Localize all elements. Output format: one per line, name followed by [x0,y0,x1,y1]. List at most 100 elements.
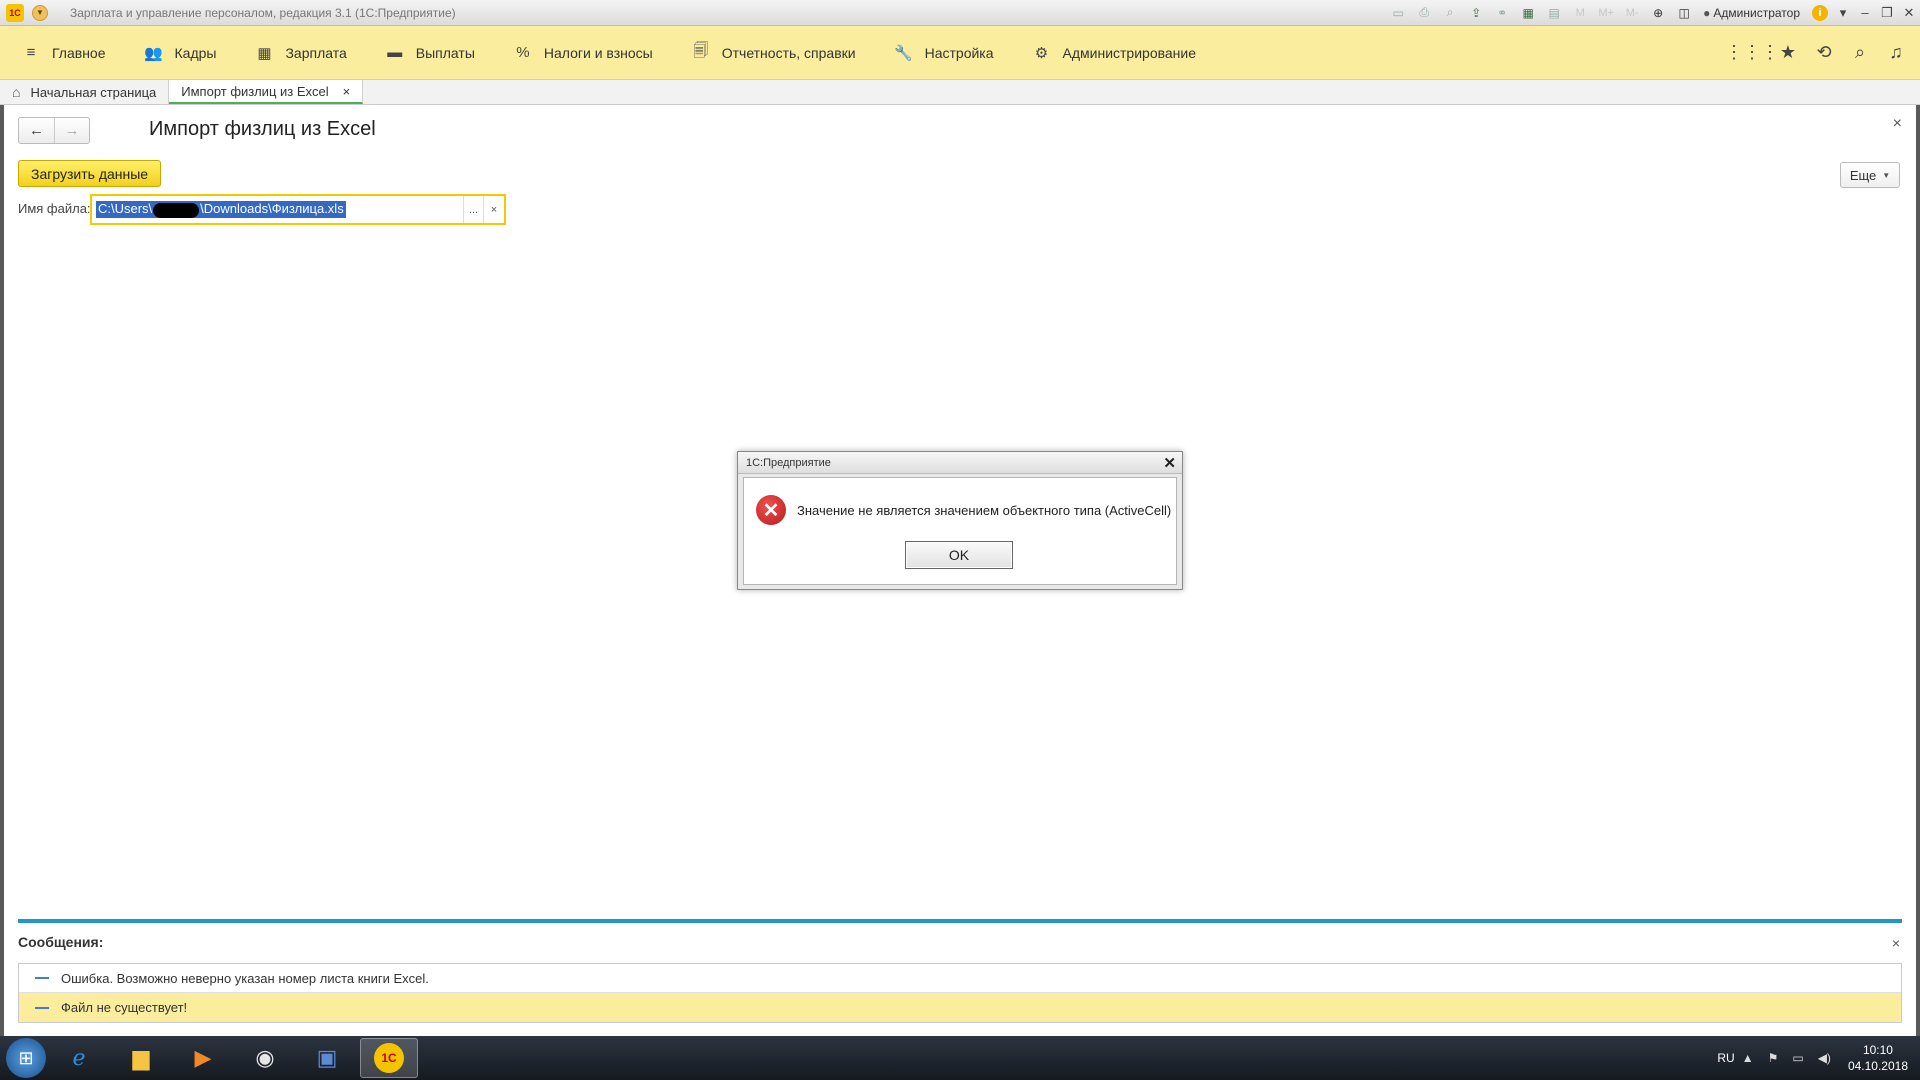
search-icon[interactable]: ⌕ [1842,35,1878,71]
tab-label: Начальная страница [30,84,157,100]
message-text: Ошибка. Возможно неверно указан номер ли… [61,970,429,986]
spreadsheet-icon[interactable]: ▦ [1518,4,1538,22]
internet-explorer-icon[interactable]: ℯ [50,1038,108,1078]
network-icon[interactable]: ▭ [1792,1051,1803,1065]
file-name-field: C:\Users\ \Downloads\Физлица.xls ... × [90,194,506,225]
select-file-button[interactable]: ... [464,196,484,223]
section-panel: ≡ Главное 👥 Кадры ▦ Зарплата ▬ Выплаты %… [0,26,1920,80]
section-main[interactable]: ≡ Главное [0,26,123,79]
navigation-buttons: ← → [18,117,90,144]
dialog-body: ✕ Значение не является значением объектн… [743,477,1177,585]
memory-subtract-icon[interactable]: M- [1621,7,1643,19]
tab-import[interactable]: Импорт физлиц из Excel × [169,80,364,104]
section-admin[interactable]: ⚙ Администрирование [1011,26,1214,79]
error-dialog: 1С:Предприятие ✕ ✕ Значение не является … [737,451,1183,590]
dialog-header: 1С:Предприятие ✕ [738,452,1182,474]
forward-arrow-icon[interactable]: → [54,118,89,143]
language-indicator[interactable]: RU [1717,1051,1734,1065]
upload-icon[interactable]: ⇪ [1466,4,1486,22]
panels-icon[interactable]: ◫ [1674,4,1694,22]
chevron-down-icon: ▼ [1882,170,1891,180]
form-close-icon[interactable]: × [1893,115,1902,133]
load-data-button[interactable]: Загрузить данные [18,160,162,187]
message-marker-icon [35,1006,49,1009]
user-name: Администратор [1713,5,1800,20]
wallet-icon: ▬ [387,44,403,61]
gear-icon: ⚙ [1034,44,1049,62]
file-name-input[interactable]: C:\Users\ \Downloads\Физлица.xls [92,196,464,223]
tab-close-icon[interactable]: × [343,84,351,99]
section-settings[interactable]: 🔧 Настройка [873,26,1011,79]
dialog-title: 1С:Предприятие [746,456,831,469]
memory-icon[interactable]: M [1569,7,1591,19]
network-app-icon[interactable]: ▣ [298,1038,356,1078]
current-user[interactable]: ● Администратор [1703,6,1800,20]
volume-icon[interactable]: ◀) [1818,1051,1831,1065]
section-label: Отчетность, справки [721,44,856,61]
section-label: Администрирование [1062,44,1197,61]
section-payments[interactable]: ▬ Выплаты [364,26,492,79]
message-text: Файл не существует! [61,1000,188,1015]
main-menu-icon[interactable]: ▼ [32,4,48,21]
all-functions-icon[interactable]: ⋮⋮⋮ [1725,35,1779,71]
dropdown-icon[interactable]: ▾ [1832,5,1854,21]
file-explorer-icon[interactable]: ▆ [112,1038,170,1078]
action-center-flag-icon[interactable]: ⚑ [1768,1051,1779,1065]
section-reports[interactable]: 🗐 Отчетность, справки [670,26,873,79]
clock[interactable]: 10:10 04.10.2018 [1848,1042,1908,1074]
user-icon: ● [1703,5,1711,20]
file-name-label: Имя файла: [18,201,91,216]
back-arrow-icon[interactable]: ← [19,118,54,143]
media-player-icon[interactable]: ▶ [174,1038,232,1078]
more-button[interactable]: Еще ▼ [1840,162,1900,188]
dialog-close-icon[interactable]: ✕ [1163,454,1176,472]
show-hidden-icons-icon[interactable]: ▲ [1742,1051,1754,1065]
chrome-icon[interactable]: ◉ [236,1038,294,1078]
tab-label: Импорт физлиц из Excel [181,83,329,99]
home-icon: ⌂ [12,84,21,100]
menu-icon: ≡ [26,44,36,61]
app-logo-icon[interactable]: 1С [6,3,24,22]
save-icon[interactable]: ▭ [1388,4,1408,22]
section-label: Главное [52,44,106,61]
more-label: Еще [1849,167,1877,183]
history-icon[interactable]: ⟲ [1806,35,1842,71]
redaction-mark [153,202,200,218]
section-salary[interactable]: ▦ Зарплата [233,26,363,79]
messages-separator[interactable] [18,919,1902,923]
restore-button[interactable]: ❐ [1876,5,1898,21]
section-taxes[interactable]: % Налоги и взносы [492,26,670,79]
clock-time: 10:10 [1862,1043,1893,1057]
system-tray: RU ▲ ⚑ ▭ ◀) 10:10 04.10.2018 [1717,1042,1908,1074]
section-label: Настройка [924,44,994,61]
calendar-icon[interactable]: ▤ [1544,4,1564,22]
favorites-icon[interactable]: ★ [1770,35,1806,71]
ok-button[interactable]: OK [905,541,1013,569]
messages-close-icon[interactable]: × [1892,935,1900,951]
close-window-button[interactable]: ✕ [1898,5,1920,21]
reports-icon: 🗐 [693,42,709,59]
section-hr[interactable]: 👥 Кадры [123,26,234,79]
messages-list: Ошибка. Возможно неверно указан номер ли… [18,963,1902,1023]
preview-icon[interactable]: ⌕ [1440,4,1460,22]
section-label: Налоги и взносы [543,44,653,61]
minimize-button[interactable]: – [1854,5,1876,20]
link-icon[interactable]: ⚭ [1492,4,1512,22]
start-button[interactable]: ⊞ [6,1038,46,1078]
tab-home[interactable]: ⌂ Начальная страница [0,80,170,104]
taskbar-1c-button[interactable]: 1С [360,1038,418,1078]
message-row[interactable]: Файл не существует! [19,993,1901,1022]
print-icon[interactable]: ⎙ [1414,4,1434,22]
notifications-icon[interactable]: ♫ [1878,35,1914,71]
zoom-icon[interactable]: ⊕ [1648,4,1668,22]
open-windows-panel: ⌂ Начальная страница Импорт физлиц из Ex… [0,80,1920,105]
error-icon: ✕ [756,495,786,525]
app-1c-icon: 1С [374,1043,404,1073]
clear-field-button[interactable]: × [484,196,504,223]
wrench-icon: 🔧 [894,44,913,62]
memory-add-icon[interactable]: M+ [1595,7,1617,19]
message-row[interactable]: Ошибка. Возможно неверно указан номер ли… [19,964,1901,993]
people-icon: 👥 [144,44,163,62]
percent-icon: % [516,44,530,61]
info-icon[interactable]: i [1812,4,1828,21]
